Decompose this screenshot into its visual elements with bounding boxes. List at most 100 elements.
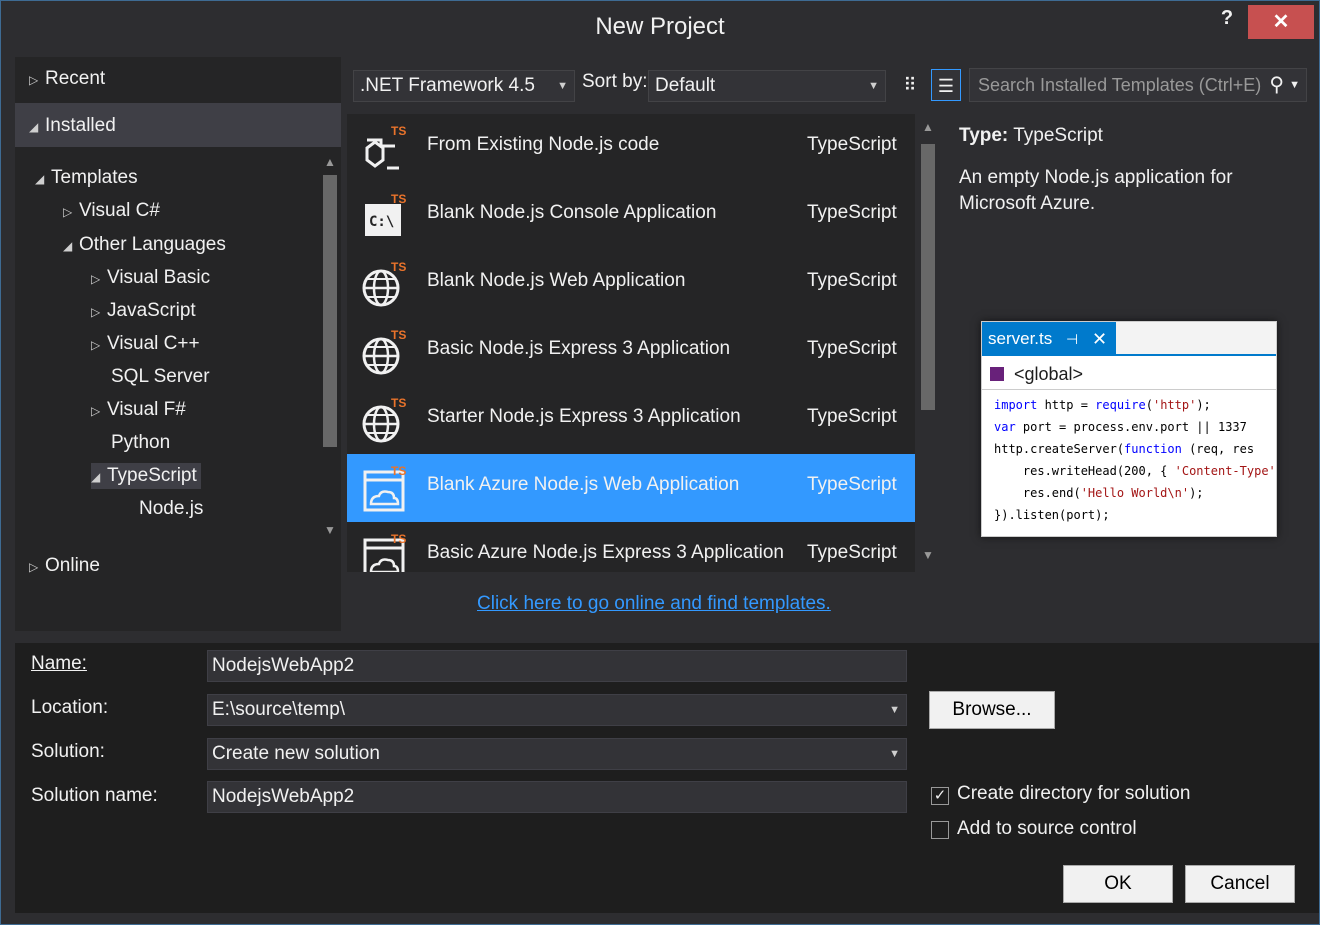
scroll-down-icon[interactable]: ▼ (917, 548, 939, 562)
name-value: NodejsWebApp2 (212, 655, 355, 676)
namespace-icon (990, 367, 1004, 381)
template-row[interactable]: TS Basic Azure Node.js Express 3 Applicat… (347, 522, 915, 572)
framework-value: .NET Framework 4.5 (360, 75, 535, 96)
svg-text:TS: TS (391, 124, 406, 138)
create-directory-checkbox[interactable]: ✓ (931, 787, 949, 805)
svg-text:TS: TS (391, 396, 406, 410)
template-language: TypeScript (807, 134, 897, 155)
code-line: }).listen(port); (994, 508, 1110, 522)
template-row[interactable]: TS From Existing Node.js code TypeScript (347, 114, 915, 182)
solution-name-input[interactable]: NodejsWebApp2 (207, 781, 907, 813)
template-language: TypeScript (807, 270, 897, 291)
template-name: Blank Azure Node.js Web Application (427, 474, 740, 495)
tree-item-label: Templates (51, 167, 138, 188)
search-icon[interactable]: ⚲ (1269, 69, 1284, 101)
template-row[interactable]: TS Starter Node.js Express 3 Application T… (347, 386, 915, 454)
template-preview-image: server.ts ⊣ ✕ <global> import http = req… (981, 321, 1277, 537)
svg-text:C:\: C:\ (369, 214, 394, 230)
template-row[interactable]: C:\ TS Blank Node.js Console Application Ty… (347, 182, 915, 250)
template-description: An empty Node.js application for Microso… (959, 167, 1233, 214)
template-language: TypeScript (807, 202, 897, 223)
template-row[interactable]: TS Basic Node.js Express 3 Application Typ… (347, 318, 915, 386)
azure-ts-icon: TS (361, 532, 409, 572)
globe-ts-icon: TS (361, 396, 409, 444)
list-view-icon[interactable]: ☰ (931, 69, 961, 101)
template-language: TypeScript (807, 542, 897, 563)
close-button[interactable]: ✕ (1248, 5, 1314, 39)
svg-text:TS: TS (391, 192, 406, 206)
find-templates-online-link[interactable]: Click here to go online and find templat… (477, 593, 831, 615)
template-list-scrollbar[interactable]: ▲ ▼ (917, 114, 939, 572)
tree-item-visual-cpp[interactable]: ▷ Visual C++ (91, 331, 200, 357)
tree-item-label: SQL Server (111, 366, 210, 387)
tree-item-nodejs[interactable]: Node.js (139, 496, 203, 522)
tree-item-recent[interactable]: ▷ Recent (29, 66, 105, 92)
chevron-down-icon: ▼ (868, 80, 879, 92)
tree-item-visual-basic[interactable]: ▷ Visual Basic (91, 265, 210, 291)
title-bar: New Project ? ✕ (1, 1, 1319, 55)
expand-arrow-icon: ▷ (63, 205, 73, 219)
new-project-dialog: New Project ? ✕ ▷ Recent ◢ Installed ◢ Temp… (0, 0, 1320, 925)
preview-tab: server.ts ⊣ ✕ (982, 322, 1116, 356)
collapse-arrow-icon: ◢ (91, 470, 101, 484)
code-line: import http = require('http'); (994, 398, 1211, 412)
browse-button[interactable]: Browse... (929, 691, 1055, 729)
sort-by-label: Sort by: (582, 71, 648, 92)
tree-item-templates[interactable]: ◢ Templates (35, 165, 138, 191)
collapse-arrow-icon: ◢ (35, 172, 45, 186)
scroll-up-icon[interactable]: ▲ (917, 120, 939, 134)
name-label: Name: (31, 653, 87, 675)
add-source-control-checkbox[interactable] (931, 821, 949, 839)
location-input[interactable]: E:\source\temp\ ▼ (207, 694, 907, 726)
cancel-button[interactable]: Cancel (1185, 865, 1295, 903)
tree-item-python[interactable]: Python (111, 430, 170, 456)
ok-button[interactable]: OK (1063, 865, 1173, 903)
tree-item-label: Online (45, 555, 100, 576)
template-row[interactable]: TS Blank Azure Node.js Web Application Typ… (347, 454, 915, 522)
help-button[interactable]: ? (1215, 7, 1239, 35)
chevron-down-icon: ▼ (557, 80, 568, 92)
chevron-down-icon[interactable]: ▼ (889, 695, 900, 725)
tree-item-other-languages[interactable]: ◢ Other Languages (63, 232, 226, 258)
template-row[interactable]: TS Blank Node.js Web Application TypeScrip… (347, 250, 915, 318)
tree-item-label: Visual Basic (107, 267, 211, 288)
solution-dropdown[interactable]: Create new solution ▼ (207, 738, 907, 770)
svg-text:TS: TS (391, 464, 406, 478)
template-type: Type: TypeScript (959, 125, 1103, 147)
framework-dropdown[interactable]: .NET Framework 4.5 ▼ (353, 70, 575, 102)
template-scroll-thumb[interactable] (921, 144, 935, 410)
chevron-down-icon[interactable]: ▼ (1289, 69, 1300, 101)
add-source-control-label[interactable]: Add to source control (957, 818, 1137, 840)
name-input[interactable]: NodejsWebApp2 (207, 650, 907, 682)
tree-item-online[interactable]: ▷ Online (29, 553, 100, 579)
tree-scroll-thumb[interactable] (323, 175, 337, 447)
tree-scrollbar[interactable]: ▲ ▼ (319, 151, 341, 547)
sort-by-value: Default (655, 75, 716, 96)
tree-item-visual-fsharp[interactable]: ▷ Visual F# (91, 397, 186, 423)
medium-icons-view-icon[interactable]: ⠿ (895, 69, 925, 101)
solution-name-label: Solution name: (31, 785, 158, 806)
search-templates-input[interactable]: Search Installed Templates (Ctrl+E) ⚲ ▼ (969, 68, 1307, 102)
create-directory-label[interactable]: Create directory for solution (957, 783, 1190, 805)
tree-item-javascript[interactable]: ▷ JavaScript (91, 298, 196, 324)
location-label: Location: (31, 697, 109, 718)
scroll-up-icon[interactable]: ▲ (319, 155, 341, 169)
expand-arrow-icon: ▷ (91, 338, 101, 352)
collapse-arrow-icon: ◢ (63, 239, 73, 253)
expand-arrow-icon: ▷ (29, 560, 39, 574)
preview-code: import http = require('http'); var port =… (982, 394, 1276, 526)
tree-item-sql-server[interactable]: SQL Server (111, 364, 210, 390)
tree-item-visual-csharp[interactable]: ▷ Visual C# (63, 198, 160, 224)
template-name: Basic Azure Node.js Express 3 Applicatio… (427, 542, 784, 563)
tree-item-typescript[interactable]: ◢ TypeScript (91, 463, 201, 489)
template-name: Blank Node.js Console Application (427, 202, 717, 223)
code-line: http.createServer(function (req, res (994, 442, 1255, 456)
sort-by-dropdown[interactable]: Default ▼ (648, 70, 886, 102)
dialog-title: New Project (595, 13, 725, 40)
template-list: TS From Existing Node.js code TypeScript C:… (347, 114, 915, 572)
search-placeholder: Search Installed Templates (Ctrl+E) (978, 75, 1262, 95)
tree-item-label: Visual C++ (107, 333, 200, 354)
tree-item-label: Recent (45, 68, 106, 89)
tree-item-installed[interactable]: ◢ Installed (29, 113, 116, 139)
scroll-down-icon[interactable]: ▼ (319, 523, 341, 537)
